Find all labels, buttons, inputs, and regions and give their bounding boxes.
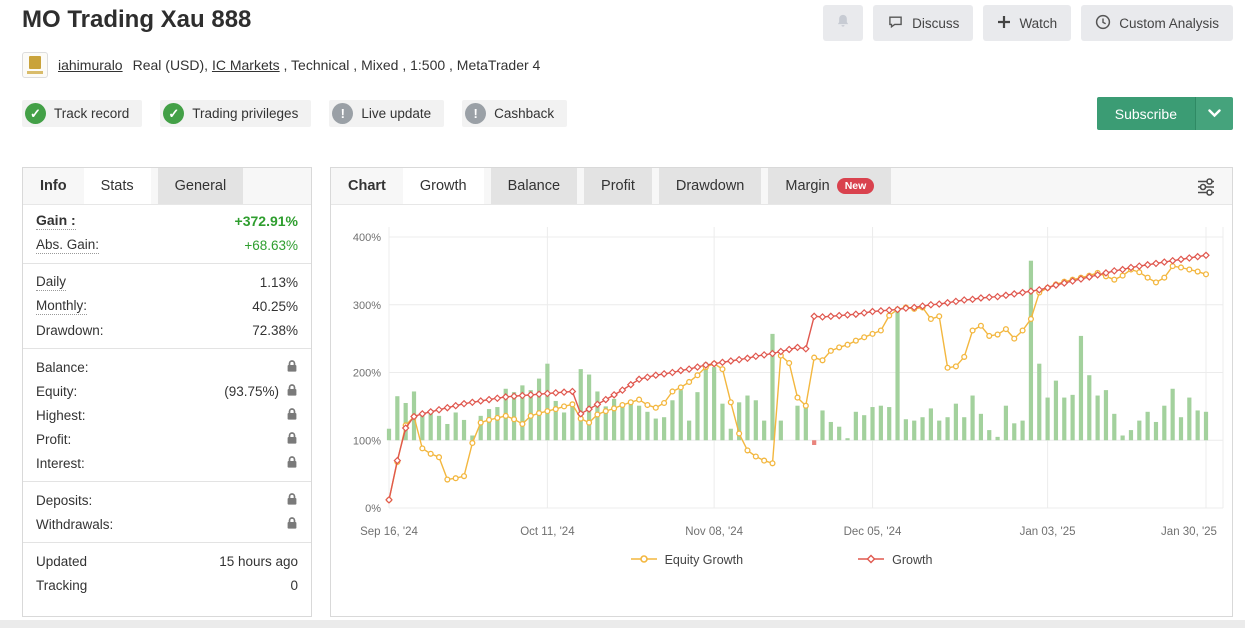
verification-badges: ✓ Track record ✓ Trading privileges ! Li… <box>22 100 567 127</box>
check-icon: ✓ <box>163 103 184 124</box>
tab-chart[interactable]: Chart <box>331 168 403 204</box>
chart-settings-icon[interactable] <box>1194 175 1218 199</box>
lock-icon <box>286 383 298 400</box>
tab-drawdown[interactable]: Drawdown <box>659 168 762 204</box>
watch-button[interactable]: Watch <box>983 5 1071 41</box>
tab-profit[interactable]: Profit <box>584 168 652 204</box>
lock-icon <box>286 431 298 448</box>
svg-text:300%: 300% <box>353 300 381 312</box>
exclamation-icon: ! <box>332 103 353 124</box>
stat-row-gain: Gain : +372.91% <box>23 209 311 233</box>
clock-icon <box>1095 14 1111 33</box>
stat-row-balance: Balance: <box>23 355 311 379</box>
stat-row-abs-gain: Abs. Gain: +68.63% <box>23 233 311 257</box>
growth-marker-icon <box>858 553 884 567</box>
svg-text:Jan 30, '25: Jan 30, '25 <box>1161 526 1217 538</box>
watch-label: Watch <box>1019 16 1057 31</box>
legend-equity-growth[interactable]: Equity Growth <box>631 553 744 567</box>
chart-legend: Equity Growth Growth <box>331 553 1232 567</box>
subscribe-button[interactable]: Subscribe <box>1097 97 1195 130</box>
svg-text:Sep 16, '24: Sep 16, '24 <box>360 526 418 538</box>
exclamation-icon: ! <box>465 103 486 124</box>
stat-row-tracking: Tracking 0 <box>23 573 311 597</box>
equity-growth-marker-icon <box>631 553 657 567</box>
check-icon: ✓ <box>25 103 46 124</box>
badge-live-update[interactable]: ! Live update <box>329 100 444 127</box>
lock-icon <box>286 492 298 509</box>
stats-sidebar: Info Stats General Gain : +372.91% Abs. … <box>22 167 312 617</box>
header-actions: Discuss Watch Custom Analysis <box>823 5 1233 41</box>
username-link[interactable]: iahimuralo <box>58 57 123 73</box>
lock-icon <box>286 455 298 472</box>
svg-text:Nov 08, '24: Nov 08, '24 <box>685 526 743 538</box>
stat-row-profit: Profit: <box>23 427 311 451</box>
badge-cashback[interactable]: ! Cashback <box>462 100 567 127</box>
subscribe-dropdown-button[interactable] <box>1195 97 1233 130</box>
chart-tabbar: Chart Growth Balance Profit Drawdown Mar… <box>331 168 1232 205</box>
stat-row-daily: Daily 1.13% <box>23 270 311 294</box>
lock-icon <box>286 516 298 533</box>
badge-track-record[interactable]: ✓ Track record <box>22 100 142 127</box>
tab-growth[interactable]: Growth <box>403 168 484 204</box>
sidebar-tabbar: Info Stats General <box>23 168 311 205</box>
custom-analysis-label: Custom Analysis <box>1119 16 1219 31</box>
divider <box>23 263 311 264</box>
page-title: MO Trading Xau 888 <box>22 6 251 34</box>
stat-row-interest: Interest: <box>23 451 311 475</box>
lock-icon <box>286 359 298 376</box>
discuss-label: Discuss <box>912 16 959 31</box>
svg-text:0%: 0% <box>365 503 381 515</box>
account-description: Real (USD), IC Markets , Technical , Mix… <box>133 57 541 73</box>
stat-row-deposits: Deposits: <box>23 488 311 512</box>
stat-row-equity: Equity: (93.75%) <box>23 379 311 403</box>
growth-chart[interactable]: 0% 100% 200% 300% 400% Sep 16, '24 Oct 11, '24… <box>331 205 1232 617</box>
bell-icon <box>833 12 853 35</box>
chart-panel: Chart Growth Balance Profit Drawdown Mar… <box>330 167 1233 617</box>
stats-rows: Gain : +372.91% Abs. Gain: +68.63% Daily… <box>23 205 311 597</box>
notifications-button[interactable] <box>823 5 863 41</box>
tab-info[interactable]: Info <box>23 168 84 204</box>
discuss-button[interactable]: Discuss <box>873 5 973 41</box>
subscribe-split-button: Subscribe <box>1097 97 1233 130</box>
discuss-icon <box>887 14 904 33</box>
growth-chart-svg: 0% 100% 200% 300% 400% Sep 16, '24 Oct 11, '24… <box>331 205 1232 545</box>
stat-row-highest: Highest: <box>23 403 311 427</box>
new-badge: New <box>837 178 875 194</box>
divider <box>23 348 311 349</box>
plus-icon <box>997 15 1011 32</box>
divider <box>23 481 311 482</box>
custom-analysis-button[interactable]: Custom Analysis <box>1081 5 1233 41</box>
svg-text:100%: 100% <box>353 435 381 447</box>
legend-growth[interactable]: Growth <box>858 553 932 567</box>
stat-row-drawdown: Drawdown: 72.38% <box>23 318 311 342</box>
svg-text:400%: 400% <box>353 232 381 244</box>
badge-trading-privileges[interactable]: ✓ Trading privileges <box>160 100 311 127</box>
stat-row-monthly: Monthly: 40.25% <box>23 294 311 318</box>
divider <box>23 542 311 543</box>
tab-margin[interactable]: Margin New <box>768 168 891 204</box>
tab-stats[interactable]: Stats <box>84 168 151 204</box>
account-row: iahimuralo Real (USD), IC Markets , Tech… <box>22 52 540 78</box>
svg-text:200%: 200% <box>353 368 381 380</box>
tab-general[interactable]: General <box>158 168 244 204</box>
svg-text:Dec 05, '24: Dec 05, '24 <box>844 526 902 538</box>
stat-row-updated: Updated 15 hours ago <box>23 549 311 573</box>
svg-text:Jan 03, '25: Jan 03, '25 <box>1020 526 1076 538</box>
lock-icon <box>286 407 298 424</box>
svg-text:Oct 11, '24: Oct 11, '24 <box>520 526 575 538</box>
stat-row-withdrawals: Withdrawals: <box>23 512 311 536</box>
account-page: MO Trading Xau 888 Discuss Watch Custom … <box>0 0 1245 628</box>
chevron-down-icon <box>1208 105 1221 123</box>
broker-link[interactable]: IC Markets <box>212 57 280 73</box>
tab-balance[interactable]: Balance <box>491 168 577 204</box>
avatar[interactable] <box>22 52 48 78</box>
page-bottom-strip <box>0 620 1245 628</box>
